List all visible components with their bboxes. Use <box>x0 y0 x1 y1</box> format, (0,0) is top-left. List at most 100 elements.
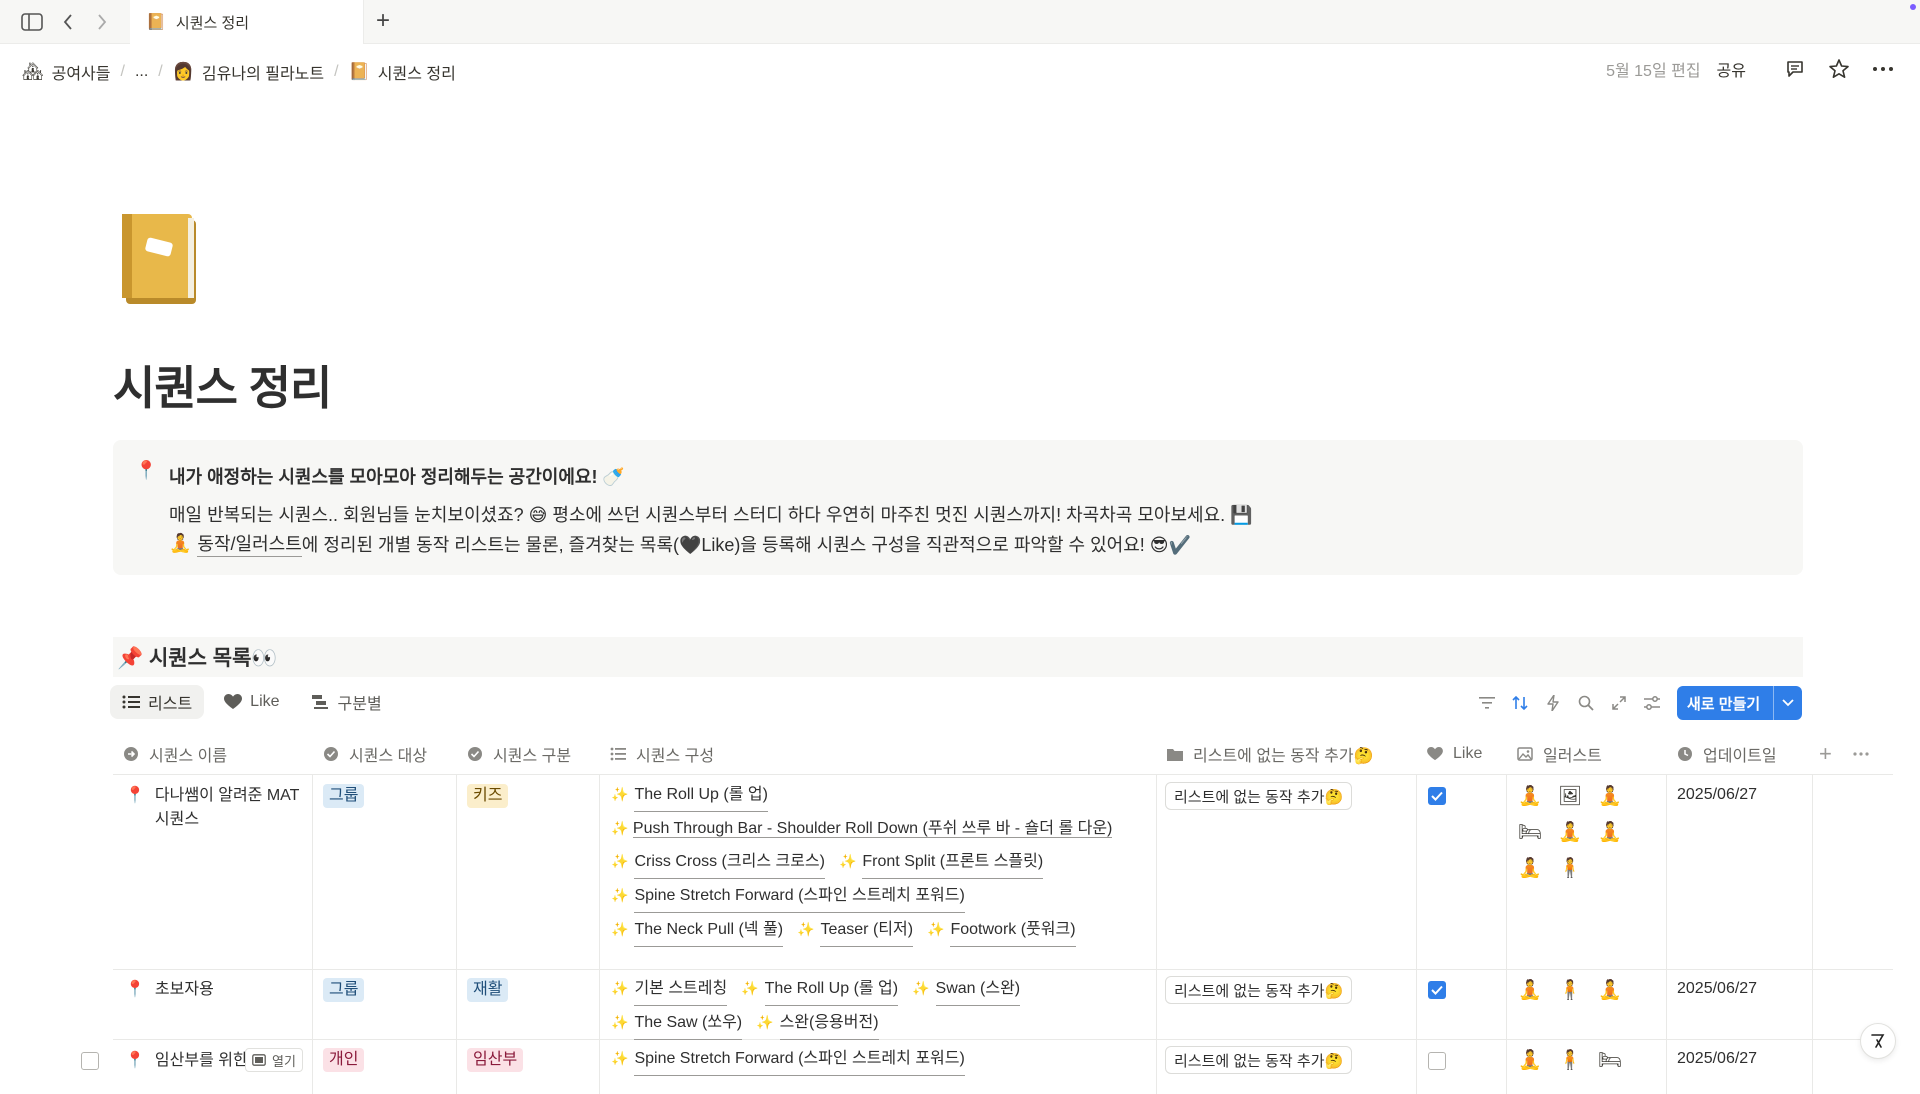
table-row-name[interactable]: 📍 초보자용 <box>125 978 305 1002</box>
breadcrumb-item-ellipsis[interactable]: ... <box>131 61 152 83</box>
column-header-name[interactable]: 시퀀스 이름 <box>113 734 313 774</box>
illustration-thumbnail[interactable]: 🧘 <box>1517 856 1543 880</box>
like-checkbox[interactable] <box>1428 981 1446 999</box>
add-column-icon[interactable]: + <box>1813 734 1843 774</box>
section-heading[interactable]: 📌 시퀀스 목록👀 <box>113 637 1803 677</box>
column-divider <box>1416 774 1417 1094</box>
tag-label: 임산부 <box>467 1048 524 1072</box>
sequence-item[interactable]: ✨ The Roll Up (롤 업) <box>741 972 899 1006</box>
page-icon[interactable] <box>120 210 202 306</box>
sequence-item[interactable]: ✨ Push Through Bar - Shoulder Roll Down … <box>611 820 1113 838</box>
back-icon[interactable] <box>56 10 80 34</box>
sequence-item[interactable]: ✨ Spine Stretch Forward (스파인 스트레치 포워드) <box>611 879 965 913</box>
category-tag[interactable]: 키즈 <box>467 784 509 808</box>
view-tab-label: 구분별 <box>337 696 382 713</box>
illustration-thumbnail[interactable]: 🖼 <box>1557 784 1583 808</box>
share-button[interactable]: 공유 <box>1717 57 1746 81</box>
column-header-sequence[interactable]: 시퀀스 구성 <box>600 734 1050 774</box>
column-header-add-move[interactable]: 리스트에 없는 동작 추가🤔 <box>1157 734 1417 774</box>
breadcrumb-item-workspace[interactable]: 🏘 공여사들 <box>18 58 114 86</box>
column-divider <box>456 774 457 1094</box>
sequence-item[interactable]: ✨ Swan (스완) <box>912 972 1021 1006</box>
illustration-thumbnail[interactable]: 🧘 <box>1557 820 1583 844</box>
breadcrumb-label: ... <box>134 63 149 80</box>
view-tab-like[interactable]: Like <box>212 685 291 719</box>
illustration-thumbnail[interactable]: 🛏 <box>1517 820 1543 844</box>
sequence-item[interactable]: ✨ 기본 스트레칭 <box>611 972 728 1006</box>
filter-icon[interactable] <box>1470 688 1503 718</box>
page-title[interactable]: 시퀀스 정리 <box>113 352 332 418</box>
sidebar-toggle-icon[interactable] <box>20 10 44 34</box>
illustration-thumbnail[interactable]: 🧘 <box>1597 978 1623 1002</box>
like-checkbox[interactable] <box>1428 787 1446 805</box>
like-checkbox[interactable] <box>1428 1052 1446 1070</box>
open-row-button[interactable]: 열기 <box>245 1048 303 1072</box>
board-icon <box>311 695 328 709</box>
callout-link-illustrations[interactable]: 동작/일러스트 <box>197 530 302 557</box>
column-divider <box>1156 774 1157 1094</box>
breadcrumb-item-current[interactable]: 📔 시퀀스 정리 <box>345 58 460 86</box>
sequence-item[interactable]: ✨ The Neck Pull (넥 풀) <box>611 913 784 947</box>
category-tag[interactable]: 임산부 <box>467 1048 524 1072</box>
column-divider <box>1812 774 1813 1094</box>
column-header-illustration[interactable]: 일러스트 <box>1507 734 1667 774</box>
illustration-thumbnail[interactable]: 🧘 <box>1597 784 1623 808</box>
sequence-item[interactable]: ✨ The Roll Up (롤 업) <box>611 778 768 812</box>
sequence-item[interactable]: ✨ Footwork (풋워크) <box>927 913 1076 947</box>
illustration-thumbnail[interactable]: 🧍 <box>1557 856 1583 880</box>
illustration-thumbnail[interactable]: 🧘 <box>1517 978 1543 1002</box>
new-tab-icon[interactable]: + <box>376 9 390 33</box>
updated-date: 2025/06/27 <box>1677 980 1758 997</box>
tab-active[interactable]: 📔 시퀀스 정리 <box>130 0 364 44</box>
more-icon[interactable] <box>1866 54 1900 84</box>
column-header-category[interactable]: 시퀀스 구분 <box>457 734 601 774</box>
sequence-item[interactable]: ✨ 스완(응용버전) <box>756 1006 879 1040</box>
column-label: 시퀀스 대상 <box>349 748 428 765</box>
automation-icon[interactable] <box>1536 688 1569 718</box>
column-more-icon[interactable] <box>1847 734 1881 774</box>
star-icon[interactable] <box>1822 54 1856 84</box>
column-header-like[interactable]: Like <box>1417 734 1507 774</box>
sort-icon[interactable] <box>1503 688 1536 718</box>
illustration-thumbnail[interactable]: 🧍 <box>1557 978 1583 1002</box>
row-select-checkbox[interactable] <box>81 1052 99 1070</box>
add-move-button[interactable]: 리스트에 없는 동작 추가🤔 <box>1165 782 1353 810</box>
sequence-item[interactable]: ✨ The Saw (쏘우) <box>611 1006 743 1040</box>
sequence-item[interactable]: ✨ Front Split (프론트 스플릿) <box>838 845 1044 879</box>
new-button[interactable]: 새로 만들기 <box>1677 686 1802 720</box>
forward-icon[interactable] <box>90 10 114 34</box>
category-tag[interactable]: 재활 <box>467 978 509 1002</box>
sequence-item-label: Push Through Bar - Shoulder Roll Down (푸… <box>632 820 1113 838</box>
breadcrumb-separator: / <box>158 63 163 80</box>
illustration-thumbnail[interactable]: 🧘 <box>1517 1048 1543 1072</box>
target-tag[interactable]: 그룹 <box>323 784 365 808</box>
column-header-updated[interactable]: 업데이트일 <box>1667 734 1817 774</box>
search-icon[interactable] <box>1569 688 1602 718</box>
add-move-button[interactable]: 리스트에 없는 동작 추가🤔 <box>1165 976 1353 1004</box>
view-tab-category[interactable]: 구분별 <box>300 685 394 719</box>
illustration-thumbnail[interactable]: 🧍 <box>1557 1048 1583 1072</box>
target-tag[interactable]: 개인 <box>323 1048 365 1072</box>
target-tag[interactable]: 그룹 <box>323 978 365 1002</box>
sequence-item[interactable]: ✨ Criss Cross (크리스 크로스) <box>611 845 825 879</box>
sequence-item[interactable]: ✨ Spine Stretch Forward (스파인 스트레치 포워드) <box>611 1042 965 1076</box>
comment-icon[interactable] <box>1778 54 1812 84</box>
settings-icon[interactable] <box>1635 688 1668 718</box>
ai-assistant-icon[interactable] <box>1860 1023 1896 1059</box>
illustration-thumbnail[interactable]: 🛏 <box>1597 1048 1623 1072</box>
view-tab-list[interactable]: 리스트 <box>110 685 205 719</box>
illustration-thumbnail[interactable]: 🧘 <box>1517 784 1543 808</box>
column-header-target[interactable]: 시퀀스 대상 <box>313 734 457 774</box>
breadcrumb-label: 공여사들 <box>51 66 111 83</box>
sparkles-icon: ✨ <box>741 980 759 996</box>
add-move-button[interactable]: 리스트에 없는 동작 추가🤔 <box>1165 1046 1353 1074</box>
illustration-thumbnail[interactable]: 🧘 <box>1597 820 1623 844</box>
sparkles-icon: ✨ <box>838 853 857 869</box>
sequence-item[interactable]: ✨ Teaser (티저) <box>797 913 914 947</box>
sparkles-icon: ✨ <box>611 786 629 802</box>
expand-icon[interactable] <box>1602 688 1635 718</box>
table-row-name[interactable]: 📍 다나쌤이 알려준 MAT 시퀀스 <box>125 784 305 832</box>
breadcrumb-item-pilanote[interactable]: 👩 김유나의 필라노트 <box>169 58 328 86</box>
chevron-down-icon[interactable] <box>1773 686 1802 720</box>
column-label: 시퀀스 구성 <box>636 748 715 765</box>
